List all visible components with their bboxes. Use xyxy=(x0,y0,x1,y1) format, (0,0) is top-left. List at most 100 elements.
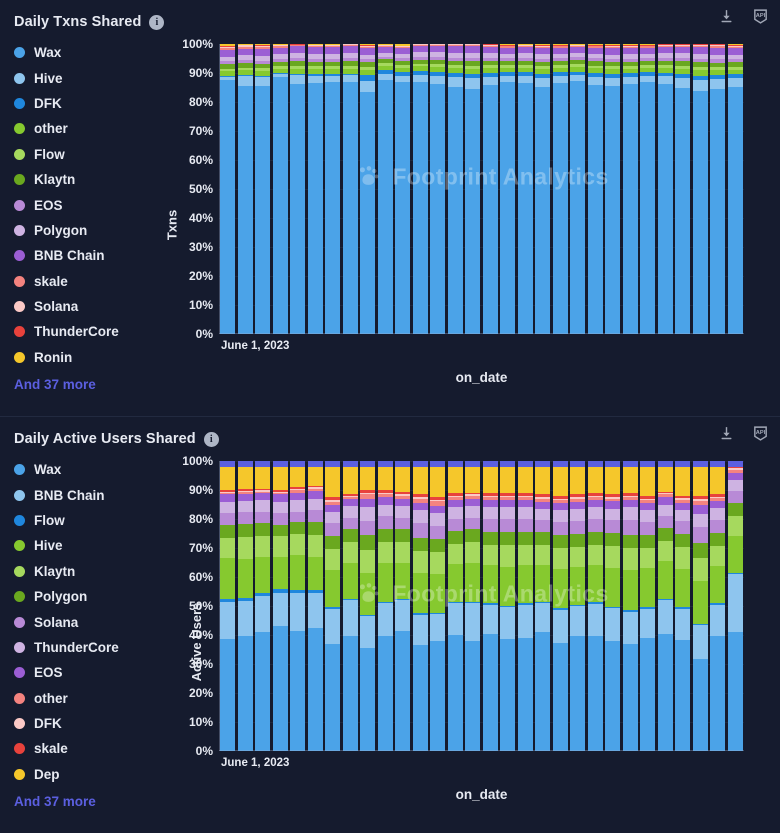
legend-item-thundercore[interactable]: ThunderCore xyxy=(14,635,155,660)
bar-column[interactable] xyxy=(535,44,551,334)
bar-column[interactable] xyxy=(692,44,708,334)
bar-segment xyxy=(272,626,288,751)
bar-column[interactable] xyxy=(482,461,498,751)
bar-column[interactable] xyxy=(605,461,621,751)
bar-column[interactable] xyxy=(675,44,691,334)
bar-column[interactable] xyxy=(412,44,428,334)
bar-column[interactable] xyxy=(307,461,323,751)
legend-color-dot xyxy=(14,148,25,160)
bar-column[interactable] xyxy=(482,44,498,334)
bar-column[interactable] xyxy=(325,44,341,334)
bar-column[interactable] xyxy=(692,461,708,751)
bar-column[interactable] xyxy=(430,461,446,751)
panel-daily-active-users-shared: Daily Active Users Shared i API Wax BNB … xyxy=(0,416,780,833)
legend-item-dep[interactable]: Dep xyxy=(14,762,155,787)
bar-segment xyxy=(377,497,393,505)
legend-item-ronin[interactable]: Ronin xyxy=(14,345,155,370)
bar-column[interactable] xyxy=(290,461,306,751)
bar-column[interactable] xyxy=(570,461,586,751)
api-icon[interactable]: API xyxy=(750,423,770,443)
legend-item-dfk[interactable]: DFK xyxy=(14,91,155,116)
bar-column[interactable] xyxy=(307,44,323,334)
bar-column[interactable] xyxy=(447,461,463,751)
bar-column[interactable] xyxy=(325,461,341,751)
legend-item-eos[interactable]: EOS xyxy=(14,192,155,217)
legend-item-thundercore[interactable]: ThunderCore xyxy=(14,319,155,344)
bar-column[interactable] xyxy=(255,44,271,334)
bar-column[interactable] xyxy=(272,44,288,334)
bar-column[interactable] xyxy=(710,461,726,751)
bar-column[interactable] xyxy=(220,44,236,334)
bar-column[interactable] xyxy=(412,461,428,751)
bar-column[interactable] xyxy=(377,44,393,334)
legend-item-polygon[interactable]: Polygon xyxy=(14,584,155,609)
bar-column[interactable] xyxy=(255,461,271,751)
bar-column[interactable] xyxy=(710,44,726,334)
legend-item-bnb-chain[interactable]: BNB Chain xyxy=(14,243,155,268)
legend-item-flow[interactable]: Flow xyxy=(14,142,155,167)
legend-item-skale[interactable]: skale xyxy=(14,269,155,294)
legend-item-flow[interactable]: Flow xyxy=(14,508,155,533)
legend-item-dfk[interactable]: DFK xyxy=(14,711,155,736)
bar-segment xyxy=(535,565,551,602)
bar-column[interactable] xyxy=(587,461,603,751)
legend-item-wax[interactable]: Wax xyxy=(14,40,155,65)
legend-item-eos[interactable]: EOS xyxy=(14,660,155,685)
bar-column[interactable] xyxy=(587,44,603,334)
bar-column[interactable] xyxy=(272,461,288,751)
bar-column[interactable] xyxy=(727,44,743,334)
bar-column[interactable] xyxy=(552,461,568,751)
legend-item-hive[interactable]: Hive xyxy=(14,533,155,558)
bar-column[interactable] xyxy=(377,461,393,751)
legend-item-klaytn[interactable]: Klaytn xyxy=(14,167,155,192)
legend-show-more-link[interactable]: And 37 more xyxy=(14,377,155,392)
api-icon[interactable]: API xyxy=(750,6,770,26)
bar-column[interactable] xyxy=(622,461,638,751)
bar-column[interactable] xyxy=(500,44,516,334)
legend-item-skale[interactable]: skale xyxy=(14,736,155,761)
legend-item-klaytn[interactable]: Klaytn xyxy=(14,559,155,584)
info-icon[interactable]: i xyxy=(203,431,219,447)
bar-column[interactable] xyxy=(517,461,533,751)
bar-column[interactable] xyxy=(622,44,638,334)
bar-column[interactable] xyxy=(360,461,376,751)
bar-column[interactable] xyxy=(342,44,358,334)
bar-column[interactable] xyxy=(675,461,691,751)
bar-column[interactable] xyxy=(447,44,463,334)
bar-column[interactable] xyxy=(657,461,673,751)
bar-column[interactable] xyxy=(430,44,446,334)
bar-column[interactable] xyxy=(237,44,253,334)
legend-item-hive[interactable]: Hive xyxy=(14,65,155,90)
bar-column[interactable] xyxy=(552,44,568,334)
bar-column[interactable] xyxy=(220,461,236,751)
legend-item-solana[interactable]: Solana xyxy=(14,294,155,319)
bar-column[interactable] xyxy=(640,44,656,334)
bar-column[interactable] xyxy=(237,461,253,751)
bar-column[interactable] xyxy=(605,44,621,334)
legend-item-bnb-chain[interactable]: BNB Chain xyxy=(14,482,155,507)
info-icon[interactable]: i xyxy=(149,14,165,30)
bar-column[interactable] xyxy=(360,44,376,334)
download-icon[interactable] xyxy=(716,6,736,26)
bar-column[interactable] xyxy=(395,461,411,751)
bar-column[interactable] xyxy=(517,44,533,334)
bar-column[interactable] xyxy=(290,44,306,334)
legend-item-solana[interactable]: Solana xyxy=(14,609,155,634)
bar-column[interactable] xyxy=(535,461,551,751)
legend-item-wax[interactable]: Wax xyxy=(14,457,155,482)
bar-segment xyxy=(342,562,358,599)
bar-column[interactable] xyxy=(500,461,516,751)
bar-column[interactable] xyxy=(465,461,481,751)
bar-column[interactable] xyxy=(395,44,411,334)
bar-column[interactable] xyxy=(465,44,481,334)
legend-item-other[interactable]: other xyxy=(14,116,155,141)
legend-item-other[interactable]: other xyxy=(14,686,155,711)
bar-column[interactable] xyxy=(657,44,673,334)
bar-column[interactable] xyxy=(342,461,358,751)
legend-item-polygon[interactable]: Polygon xyxy=(14,218,155,243)
legend-show-more-link[interactable]: And 37 more xyxy=(14,794,155,809)
bar-column[interactable] xyxy=(727,461,743,751)
download-icon[interactable] xyxy=(716,423,736,443)
bar-column[interactable] xyxy=(570,44,586,334)
bar-column[interactable] xyxy=(640,461,656,751)
